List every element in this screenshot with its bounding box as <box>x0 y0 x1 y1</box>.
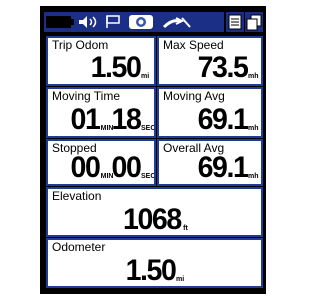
moving-time-hours: 01 <box>70 103 101 136</box>
trip-odometer-field[interactable]: Trip Odom 1.50 mi <box>46 36 156 86</box>
max-speed-value-group: 73.5 mh <box>195 51 259 84</box>
stopped-value-group: 00 MIN 00 SEC <box>69 151 156 184</box>
odometer-label: Odometer <box>52 240 106 254</box>
sound-icon <box>79 16 97 28</box>
max-speed-value: 73.5 <box>197 51 248 84</box>
stopped-hours-unit: MIN <box>100 173 114 180</box>
moving-time-field[interactable]: Moving Time 01 MIN 18 SEC <box>46 87 156 138</box>
page-icon <box>246 14 262 31</box>
menu-icon <box>228 14 242 30</box>
moving-avg-value-group: 69.1 mh <box>195 103 259 136</box>
moving-time-hours-unit: MIN <box>100 125 114 132</box>
elevation-field[interactable]: Elevation 1068 ft <box>46 187 263 237</box>
wireless-icon <box>162 17 191 29</box>
menu-button[interactable] <box>226 12 244 32</box>
moving-time-minutes-unit: SEC <box>141 125 156 132</box>
elevation-label: Elevation <box>52 189 102 203</box>
trip-odometer-value-group: 1.50 mi <box>88 51 150 84</box>
moving-avg-field[interactable]: Moving Avg 69.1 mh <box>157 87 263 138</box>
max-speed-field[interactable]: Max Speed 73.5 mh <box>157 36 263 86</box>
odometer-value-group: 1.50 mi <box>123 254 185 287</box>
stopped-minutes-unit: SEC <box>141 173 156 180</box>
status-icons-panel <box>44 12 224 32</box>
moving-avg-label: Moving Avg <box>163 89 225 103</box>
moving-avg-value: 69.1 <box>197 103 248 136</box>
moving-time-minutes: 18 <box>111 103 141 136</box>
satellite-icon <box>129 15 153 29</box>
stopped-hours: 00 <box>70 151 101 184</box>
odometer-field[interactable]: Odometer 1.50 mi <box>46 238 263 288</box>
page-button[interactable] <box>245 12 263 32</box>
moving-time-value-group: 01 MIN 18 SEC <box>69 103 156 136</box>
overall-avg-field[interactable]: Overall Avg 69.1 mh <box>157 139 263 186</box>
odometer-unit: mi <box>176 276 185 283</box>
max-speed-unit: mh <box>248 73 259 80</box>
elevation-value: 1068 <box>123 203 182 236</box>
moving-avg-unit: mh <box>248 125 259 132</box>
battery-icon <box>46 16 74 28</box>
elevation-value-group: 1068 ft <box>120 203 189 236</box>
overall-avg-value: 69.1 <box>197 151 248 184</box>
elevation-unit: ft <box>183 225 188 232</box>
overall-avg-value-group: 69.1 mh <box>195 151 259 184</box>
moving-time-label: Moving Time <box>52 89 121 103</box>
odometer-value: 1.50 <box>125 254 176 287</box>
stopped-minutes: 00 <box>111 151 141 184</box>
trip-odometer-value: 1.50 <box>90 51 141 84</box>
status-bar <box>42 10 264 34</box>
trip-odometer-unit: mi <box>141 73 150 80</box>
overall-avg-unit: mh <box>248 173 259 180</box>
stopped-field[interactable]: Stopped 00 MIN 00 SEC <box>46 139 156 186</box>
flag-icon <box>106 15 120 28</box>
